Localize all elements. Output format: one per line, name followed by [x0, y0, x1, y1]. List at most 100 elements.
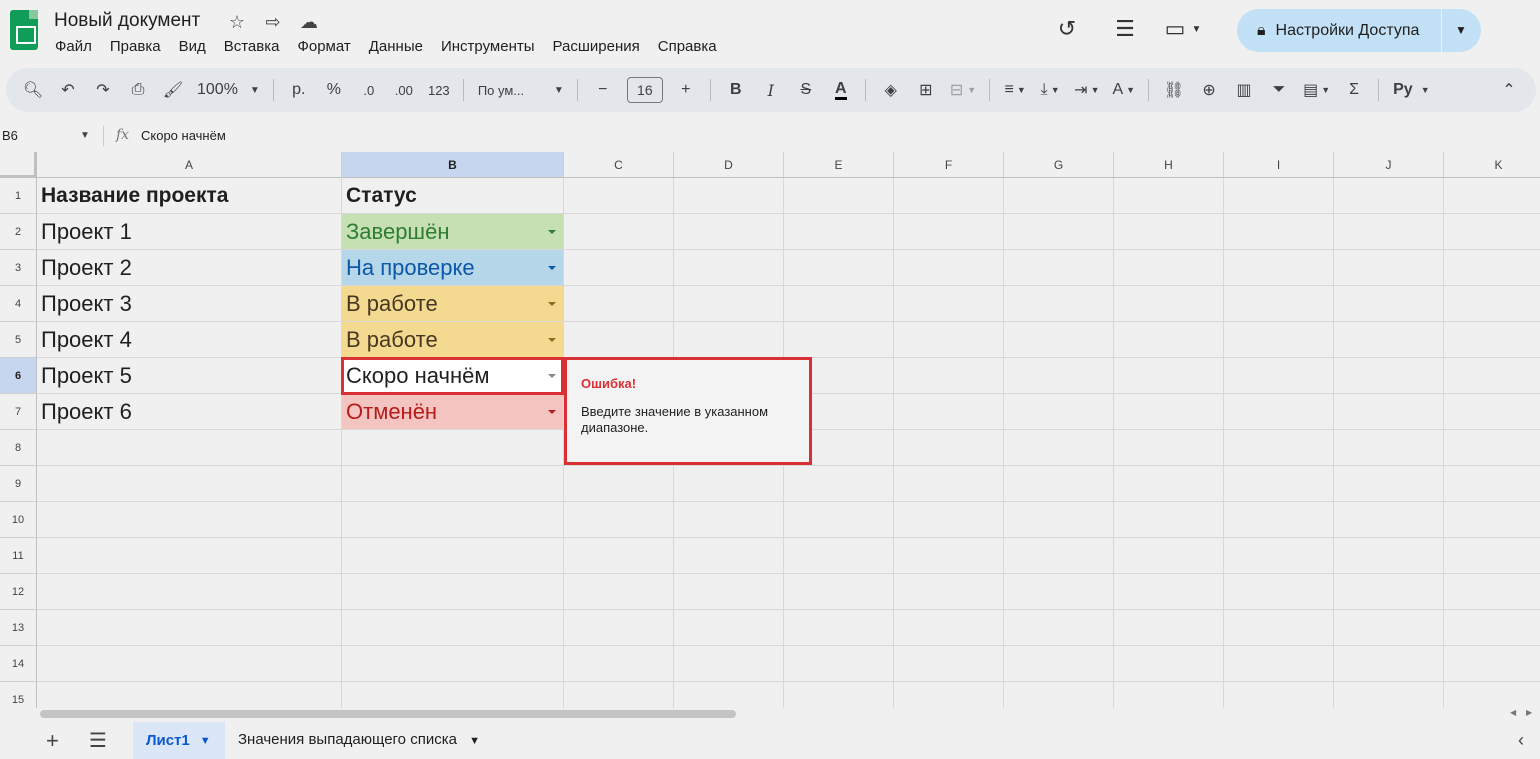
cell-j9[interactable] [1334, 466, 1444, 502]
merge-cells-icon[interactable]: ⊟ ▼ [950, 75, 976, 105]
borders-icon[interactable]: ⊞ [915, 75, 937, 105]
cell-g6[interactable] [1004, 358, 1114, 394]
cell-c2[interactable] [564, 214, 674, 250]
vertical-align-icon[interactable]: ⤓ ▼ [1039, 75, 1061, 105]
cell-i4[interactable] [1224, 286, 1334, 322]
percent-format-button[interactable]: % [323, 75, 345, 105]
cell-i2[interactable] [1224, 214, 1334, 250]
name-box[interactable]: B6 [2, 128, 18, 143]
column-header-c[interactable]: C [564, 152, 674, 178]
cell-c9[interactable] [564, 466, 674, 502]
cell-h13[interactable] [1114, 610, 1224, 646]
cell-c3[interactable] [564, 250, 674, 286]
cell-f2[interactable] [894, 214, 1004, 250]
cell-a6[interactable]: Проект 5 [37, 358, 342, 394]
dropdown-arrow-icon[interactable] [548, 266, 556, 270]
sheet-tab-2[interactable]: Значения выпадающего списка ▼ [238, 731, 480, 748]
insert-chart-icon[interactable]: ▥ [1233, 75, 1255, 105]
italic-icon[interactable]: I [760, 75, 782, 105]
cell-g8[interactable] [1004, 430, 1114, 466]
cell-k1[interactable] [1444, 178, 1540, 214]
sheets-logo-icon[interactable] [10, 10, 38, 50]
menu-format[interactable]: Формат [297, 38, 350, 55]
cell-k12[interactable] [1444, 574, 1540, 610]
cell-b14[interactable] [342, 646, 564, 682]
cell-i6[interactable] [1224, 358, 1334, 394]
cell-d3[interactable] [674, 250, 784, 286]
cell-e5[interactable] [784, 322, 894, 358]
cell-c11[interactable] [564, 538, 674, 574]
menu-help[interactable]: Справка [658, 38, 717, 55]
cell-j8[interactable] [1334, 430, 1444, 466]
cell-j15[interactable] [1334, 682, 1444, 708]
cell-k11[interactable] [1444, 538, 1540, 574]
name-box-dropdown-icon[interactable]: ▼ [80, 130, 90, 141]
currency-format-button[interactable]: р. [288, 75, 310, 105]
menu-view[interactable]: Вид [179, 38, 206, 55]
row-header-15[interactable]: 15 [0, 682, 37, 708]
cell-h8[interactable] [1114, 430, 1224, 466]
cell-j7[interactable] [1334, 394, 1444, 430]
cell-h5[interactable] [1114, 322, 1224, 358]
filter-views-icon[interactable]: ▤ ▼ [1303, 75, 1330, 105]
cell-b12[interactable] [342, 574, 564, 610]
cell-g1[interactable] [1004, 178, 1114, 214]
column-header-e[interactable]: E [784, 152, 894, 178]
cell-i13[interactable] [1224, 610, 1334, 646]
cell-a9[interactable] [37, 466, 342, 502]
cell-h2[interactable] [1114, 214, 1224, 250]
dropdown-arrow-icon[interactable] [548, 338, 556, 342]
cell-i3[interactable] [1224, 250, 1334, 286]
row-header-12[interactable]: 12 [0, 574, 37, 610]
column-header-b[interactable]: B [342, 152, 564, 178]
increase-decimal-button[interactable]: .00 [393, 75, 415, 105]
cell-k13[interactable] [1444, 610, 1540, 646]
cell-a13[interactable] [37, 610, 342, 646]
column-header-a[interactable]: A [37, 152, 342, 178]
cell-e3[interactable] [784, 250, 894, 286]
cell-j10[interactable] [1334, 502, 1444, 538]
cell-c13[interactable] [564, 610, 674, 646]
text-rotation-icon[interactable]: A ▼ [1112, 75, 1135, 105]
row-header-5[interactable]: 5 [0, 322, 37, 358]
cell-b5-dropdown-chip[interactable]: В работе [342, 322, 564, 358]
cell-e2[interactable] [784, 214, 894, 250]
cell-d9[interactable] [674, 466, 784, 502]
functions-icon[interactable]: Σ [1343, 75, 1365, 105]
column-header-j[interactable]: J [1334, 152, 1444, 178]
column-header-g[interactable]: G [1004, 152, 1114, 178]
row-header-7[interactable]: 7 [0, 394, 37, 430]
decrease-decimal-button[interactable]: .0 [358, 75, 380, 105]
cell-f15[interactable] [894, 682, 1004, 708]
scroll-right-icon[interactable]: ▶ [1526, 708, 1532, 717]
cell-f14[interactable] [894, 646, 1004, 682]
cell-b7-dropdown-chip[interactable]: Отменён [342, 394, 564, 430]
cell-f9[interactable] [894, 466, 1004, 502]
cell-j14[interactable] [1334, 646, 1444, 682]
cell-d12[interactable] [674, 574, 784, 610]
version-history-icon[interactable]: ↺ [1052, 14, 1082, 44]
cell-b15[interactable] [342, 682, 564, 708]
cell-k2[interactable] [1444, 214, 1540, 250]
search-menus-icon[interactable]: 🔍︎ [22, 75, 44, 105]
cell-k10[interactable] [1444, 502, 1540, 538]
cell-a1[interactable]: Название проекта [37, 178, 342, 214]
cell-i15[interactable] [1224, 682, 1334, 708]
cell-f5[interactable] [894, 322, 1004, 358]
cell-k8[interactable] [1444, 430, 1540, 466]
cell-c5[interactable] [564, 322, 674, 358]
scrollbar-thumb[interactable] [40, 710, 736, 718]
cell-k15[interactable] [1444, 682, 1540, 708]
cell-h1[interactable] [1114, 178, 1224, 214]
document-title[interactable]: Новый документ [54, 10, 200, 32]
cell-g10[interactable] [1004, 502, 1114, 538]
cell-h15[interactable] [1114, 682, 1224, 708]
text-color-icon[interactable]: A [830, 75, 852, 105]
cell-a12[interactable] [37, 574, 342, 610]
cell-a3[interactable]: Проект 2 [37, 250, 342, 286]
row-header-14[interactable]: 14 [0, 646, 37, 682]
cell-d1[interactable] [674, 178, 784, 214]
cell-a14[interactable] [37, 646, 342, 682]
cloud-status-icon[interactable]: ☁ [298, 12, 320, 33]
collapse-toolbar-icon[interactable]: ⌃ [1498, 75, 1520, 105]
